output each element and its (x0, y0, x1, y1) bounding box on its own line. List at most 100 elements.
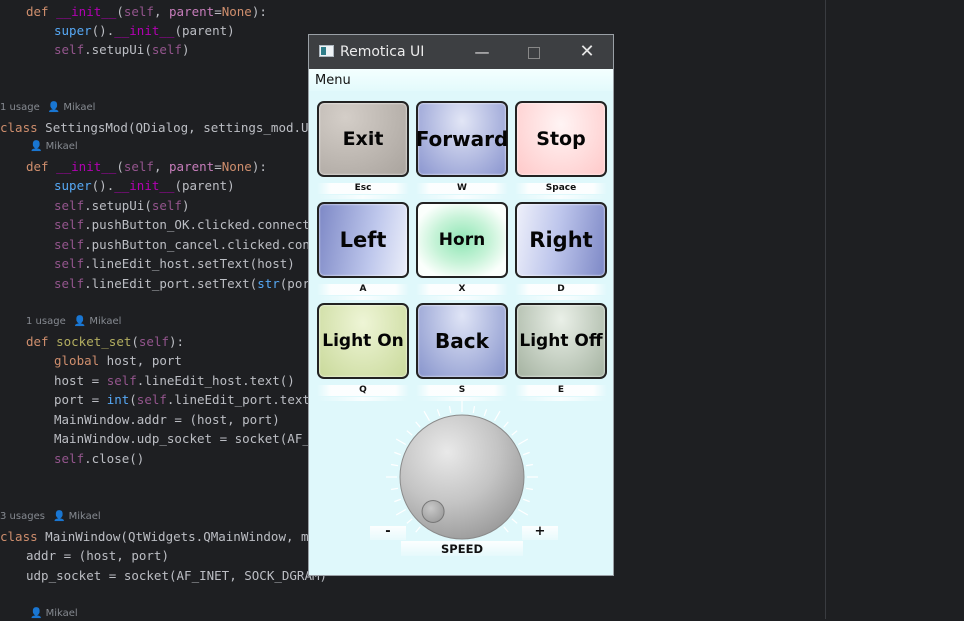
app-icon (319, 45, 334, 57)
code-line: def __init__(self, parent=None): (26, 159, 267, 174)
usage-hint: 1 usage 👤 Mikael (0, 101, 95, 115)
code-line: MainWindow.addr = (host, port) (54, 412, 280, 427)
code-line: super().__init__(parent) (54, 23, 235, 38)
usage-count[interactable]: 1 usage (0, 102, 40, 113)
key-label-strip (515, 296, 607, 300)
code-line: host = self.lineEdit_host.text() (54, 373, 295, 388)
stop-button[interactable]: Stop (515, 101, 607, 177)
speed-dial[interactable] (382, 397, 542, 557)
dial-tick (395, 438, 407, 446)
code-line: class SettingsMod(QDialog, settings_mod.… (0, 120, 339, 135)
code-line: def socket_set(self): (26, 334, 185, 349)
code-line: port = int(self.lineEdit_port.text()) (54, 392, 333, 407)
horn-key-label: X (416, 284, 508, 295)
author-hint: 👤 Mikael (47, 102, 96, 113)
dial-tick (415, 526, 421, 533)
speed-plus-label: + (522, 525, 558, 540)
dial-tick (390, 463, 399, 467)
close-button[interactable]: ✕ (564, 35, 610, 69)
author-hint: 👤 Mikael (73, 316, 122, 327)
dial-tick (394, 498, 402, 503)
left-key-label: A (317, 284, 409, 295)
code-line: self.setupUi(self) (54, 198, 190, 213)
light-off-button[interactable]: Light Off (515, 303, 607, 379)
dial-tick (415, 421, 421, 428)
light-on-key-label: Q (317, 385, 409, 396)
speed-dial-graphic (386, 401, 538, 540)
key-label-strip (416, 195, 508, 199)
code-line: addr = (host, port) (26, 548, 169, 563)
usage-hint: 3 usages 👤 Mikael (0, 510, 101, 524)
dial-tick (511, 430, 518, 436)
speed-minus-label: - (370, 525, 406, 540)
light-off-key-label: E (515, 385, 607, 396)
horn-button[interactable]: Horn (416, 202, 508, 278)
dial-tick (406, 518, 413, 524)
code-line: global host, port (54, 353, 182, 368)
back-key-label: S (416, 385, 508, 396)
usage-count[interactable]: 1 usage (26, 316, 66, 327)
dial-tick (483, 409, 488, 417)
dial-tick (448, 405, 452, 414)
remotica-window: Remotica UI — ✕ Menu Exit Esc Forward W Stop… (308, 34, 614, 576)
code-line: self.lineEdit_port.setText(str(port)) (54, 276, 333, 291)
maximize-button[interactable] (511, 35, 557, 69)
forward-button[interactable]: Forward (416, 101, 508, 177)
author-hint: 👤 Mikael (30, 608, 78, 619)
code-line: super().__init__(parent) (54, 178, 235, 193)
dial-knob[interactable] (399, 414, 525, 540)
maximize-icon (528, 46, 540, 59)
dial-tick (423, 410, 431, 422)
left-button[interactable]: Left (317, 202, 409, 278)
code-line: self.setupUi(self) (54, 42, 190, 57)
author-hint: 👤 Mikael (30, 141, 78, 152)
code-line: def __init__(self, parent=None): (26, 4, 267, 19)
usage-hint: 1 usage 👤 Mikael (26, 315, 121, 329)
dial-tick (525, 463, 534, 467)
minimize-button[interactable]: — (459, 35, 505, 69)
author-hint: 👤 Mikael (52, 511, 101, 522)
back-button[interactable]: Back (416, 303, 508, 379)
dial-tick (394, 451, 402, 456)
menu-item-menu[interactable]: Menu (315, 73, 351, 88)
key-label-strip (317, 195, 409, 199)
dial-tick (525, 487, 534, 491)
code-line: self.pushButton_cancel.clicked.connect (54, 237, 340, 252)
key-label-strip (416, 296, 508, 300)
dial-tick (472, 405, 476, 414)
forward-key-label: W (416, 183, 508, 194)
code-line: self.pushButton_OK.clicked.connect(se (54, 217, 332, 232)
dial-tick (436, 409, 441, 417)
speed-label: SPEED (401, 541, 523, 556)
title-bar[interactable]: Remotica UI — ✕ (309, 35, 613, 69)
code-line: udp_socket = socket(AF_INET, SOCK_DGRAM) (26, 568, 328, 583)
editor-right-margin (825, 0, 826, 619)
dial-tick (511, 518, 518, 524)
key-label-strip (317, 296, 409, 300)
light-on-button[interactable]: Light On (317, 303, 409, 379)
exit-key-label: Esc (317, 183, 409, 194)
usage-hint: 👤 Mikael (30, 140, 78, 154)
code-line: self.lineEdit_host.setText(host) (54, 256, 295, 271)
code-line: self.close() (54, 451, 145, 466)
dial-tick (503, 526, 509, 533)
code-line: class MainWindow(QtWidgets.QMainWindow, … (0, 529, 339, 544)
code-line: MainWindow.udp_socket = socket(AF_INE (54, 431, 333, 446)
right-button[interactable]: Right (515, 202, 607, 278)
stop-key-label: Space (515, 183, 607, 194)
right-key-label: D (515, 284, 607, 295)
dial-tick (522, 451, 530, 456)
dial-tick (406, 430, 413, 436)
window-title: Remotica UI (340, 44, 425, 60)
key-label-strip (515, 195, 607, 199)
usage-count[interactable]: 3 usages (0, 511, 45, 522)
dial-tick (493, 410, 501, 422)
dial-tick (395, 508, 407, 516)
dial-tick (522, 498, 530, 503)
dial-tick (517, 508, 529, 516)
dial-tick (517, 438, 529, 446)
dial-tick (390, 487, 399, 491)
dial-tick (503, 421, 509, 428)
dial-handle[interactable] (421, 499, 445, 523)
exit-button[interactable]: Exit (317, 101, 409, 177)
